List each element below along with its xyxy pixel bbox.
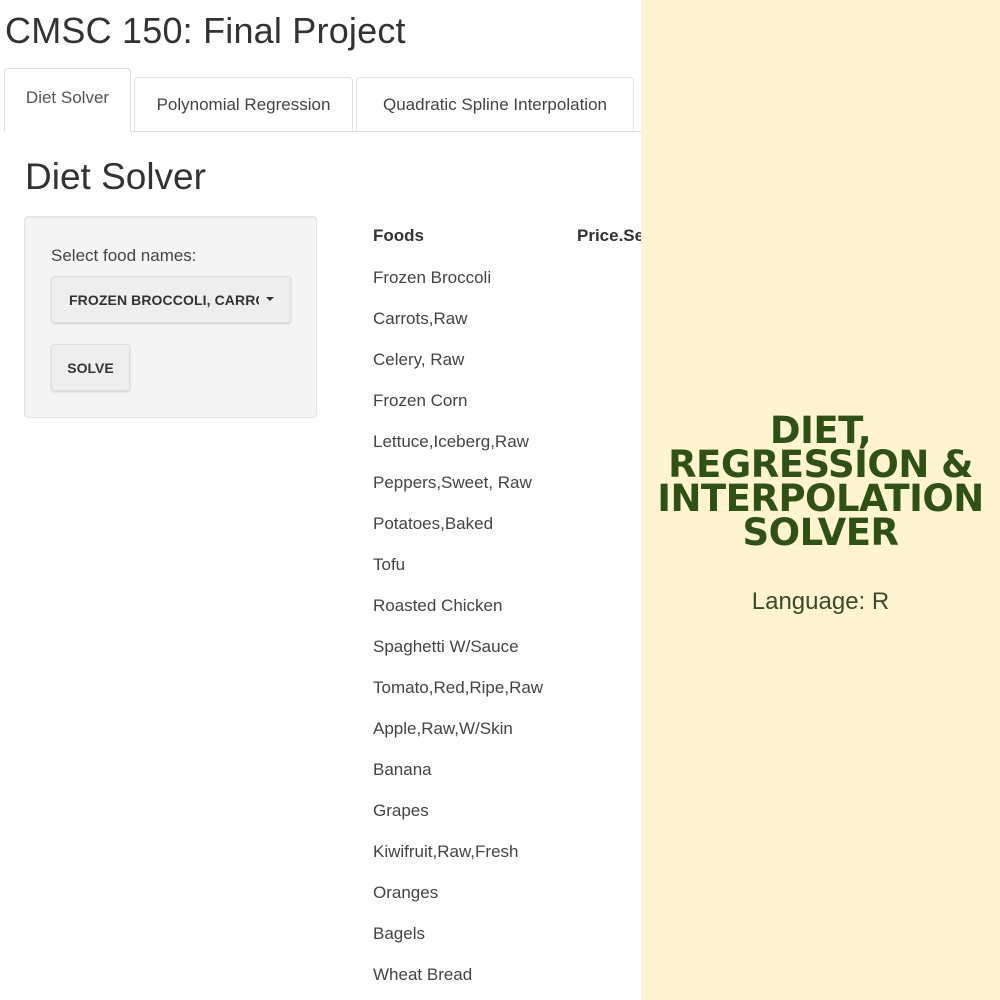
caret-down-icon xyxy=(266,297,274,301)
column-header-foods: Foods xyxy=(373,226,424,245)
table-row: Banana xyxy=(373,760,432,779)
sidebar-panel: Select food names: FROZEN BROCCOLI, CARR… xyxy=(24,216,317,418)
tab-quadratic-spline-interpolation[interactable]: Quadratic Spline Interpolation xyxy=(356,77,634,131)
table-row: Apple,Raw,W/Skin xyxy=(373,719,513,738)
table-row: Lettuce,Iceberg,Raw xyxy=(373,432,529,451)
tab-polynomial-regression[interactable]: Polynomial Regression xyxy=(134,77,353,131)
promo-title-line: SOLVER xyxy=(742,511,899,554)
table-row: Frozen Corn xyxy=(373,391,468,410)
table-row: Celery, Raw xyxy=(373,350,465,369)
solve-button[interactable]: SOLVE xyxy=(51,344,130,391)
table-row: Carrots,Raw xyxy=(373,309,468,328)
table-row: Frozen Broccoli xyxy=(373,268,492,287)
column-header-price-serving: Price.Serving xyxy=(577,226,641,245)
page: CMSC 150: Final Project Diet Solver Poly… xyxy=(0,0,1000,1000)
food-picker-dropdown[interactable]: FROZEN BROCCOLI, CARROTS,RAW xyxy=(51,276,291,323)
promo-panel: DIET, REGRESSION & INTERPOLATION SOLVER … xyxy=(641,0,1000,1000)
table-row: Potatoes,Baked xyxy=(373,514,494,533)
table-row: Spaghetti W/Sauce xyxy=(373,637,519,656)
table-row: Grapes xyxy=(373,801,429,820)
table-row: Kiwifruit,Raw,Fresh xyxy=(373,842,519,861)
table-row: Oranges xyxy=(373,883,439,902)
table-row: Peppers,Sweet, Raw xyxy=(373,473,532,492)
table-row: Tomato,Red,Ripe,Raw xyxy=(373,678,544,697)
section-title: Diet Solver xyxy=(25,156,206,197)
promo-title: DIET, REGRESSION & INTERPOLATION SOLVER xyxy=(641,412,1000,554)
foods-table: Frozen Broccoli Carrots,Raw Celery, Raw … xyxy=(373,268,543,1000)
table-row: Wheat Bread xyxy=(373,965,473,984)
table-row: Roasted Chicken xyxy=(373,596,503,615)
table-row: Bagels xyxy=(373,924,425,943)
tab-bar: Diet Solver Polynomial Regression Quadra… xyxy=(4,68,641,132)
select-food-label: Select food names: xyxy=(51,246,197,265)
shiny-app: CMSC 150: Final Project Diet Solver Poly… xyxy=(0,0,641,1000)
table-row: Tofu xyxy=(373,555,406,574)
tab-diet-solver[interactable]: Diet Solver xyxy=(4,68,131,132)
app-title: CMSC 150: Final Project xyxy=(5,10,406,51)
food-picker-value: FROZEN BROCCOLI, CARROTS,RAW xyxy=(69,291,259,308)
promo-language-label: Language: R xyxy=(751,588,890,615)
